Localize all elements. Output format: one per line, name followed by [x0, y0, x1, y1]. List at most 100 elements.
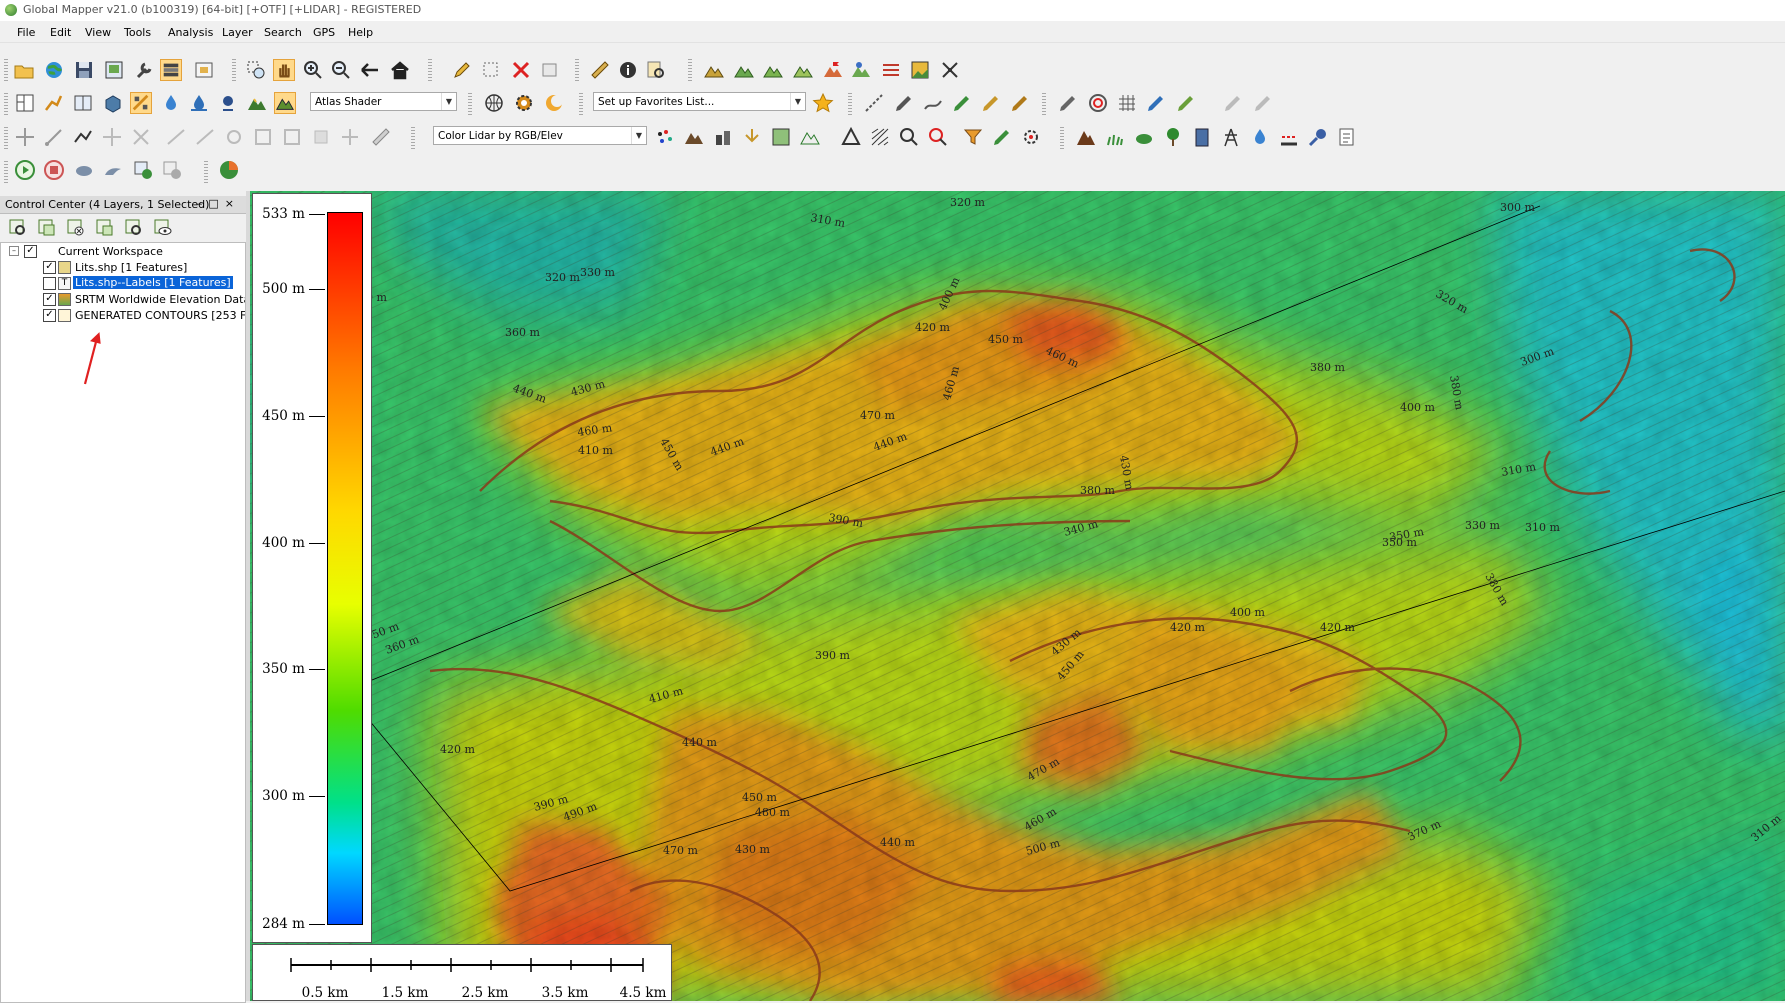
- layer-checkbox[interactable]: ✓: [43, 293, 56, 306]
- snap-icon[interactable]: [130, 126, 152, 148]
- home-icon[interactable]: [389, 59, 411, 81]
- edit-vertex-icon[interactable]: [43, 126, 65, 148]
- lidar-terrain-icon[interactable]: [683, 126, 705, 148]
- favorites-select[interactable]: Set up Favorites List... ▼: [593, 92, 806, 111]
- configure-wrench-icon[interactable]: [133, 59, 155, 81]
- zoom-out-icon[interactable]: [330, 59, 352, 81]
- map-view[interactable]: 310 m 320 m 330 m 320 m 360 m 330 m 440 …: [250, 191, 1785, 1001]
- pan-hand-icon[interactable]: [273, 59, 295, 81]
- chevron-down-icon[interactable]: ▼: [441, 93, 456, 110]
- menu-analysis[interactable]: Analysis: [168, 26, 213, 39]
- shrub-icon[interactable]: [1133, 126, 1155, 148]
- layer-zoom-icon[interactable]: [7, 217, 29, 239]
- lidar-line-icon[interactable]: [194, 126, 216, 148]
- path-profile-icon[interactable]: [733, 59, 755, 81]
- contour-gen-icon[interactable]: [792, 59, 814, 81]
- layer-visibility-eye-icon[interactable]: [152, 217, 174, 239]
- menu-file[interactable]: File: [17, 26, 35, 39]
- curve-line-icon[interactable]: [922, 92, 944, 114]
- toolbar-grip[interactable]: [4, 59, 8, 83]
- back-arrow-icon[interactable]: [359, 59, 381, 81]
- layer-row[interactable]: ✓ Lits.shp [1 Features]: [1, 259, 245, 276]
- road-icon[interactable]: [1278, 126, 1300, 148]
- overview-map-icon[interactable]: [193, 59, 215, 81]
- play-icon[interactable]: [14, 159, 36, 181]
- grass-icon[interactable]: [1104, 126, 1126, 148]
- shader-select[interactable]: Atlas Shader ▼: [310, 92, 457, 111]
- draw-line-icon[interactable]: [863, 92, 885, 114]
- edit-feature-icon[interactable]: [539, 59, 561, 81]
- tree-icon[interactable]: [1162, 126, 1184, 148]
- menu-edit[interactable]: Edit: [50, 26, 71, 39]
- move-feature-icon[interactable]: [101, 126, 123, 148]
- digitizer-pencil-icon[interactable]: [451, 59, 473, 81]
- workspace-node[interactable]: – ✓ Current Workspace: [1, 243, 245, 260]
- open-folder-icon[interactable]: [13, 59, 35, 81]
- pen-color-icon[interactable]: [1145, 92, 1167, 114]
- edit-lidar-icon[interactable]: [991, 126, 1013, 148]
- pen-area-icon[interactable]: [951, 92, 973, 114]
- menu-gps[interactable]: GPS: [313, 26, 335, 39]
- layer-checkbox[interactable]: [43, 277, 56, 290]
- menu-layer[interactable]: Layer: [222, 26, 253, 39]
- atlas-shader-icon[interactable]: [274, 92, 296, 114]
- workspace-checkbox[interactable]: ✓: [24, 245, 37, 258]
- measure-ruler-icon[interactable]: [589, 59, 611, 81]
- layer-row[interactable]: ✓ SRTM Worldwide Elevation Data: [1, 291, 245, 308]
- lighting-icon[interactable]: [217, 92, 239, 114]
- print-map-icon[interactable]: [103, 59, 125, 81]
- building-icon[interactable]: [1191, 126, 1213, 148]
- stop-icon[interactable]: [43, 159, 65, 181]
- favorite-star-icon[interactable]: [812, 92, 834, 114]
- range-ring-icon[interactable]: [1087, 92, 1109, 114]
- filter-icon[interactable]: [962, 126, 984, 148]
- pen-disabled-2-icon[interactable]: [1252, 92, 1274, 114]
- vertex-pen-icon[interactable]: [1057, 92, 1079, 114]
- save-icon[interactable]: [73, 59, 95, 81]
- lidar-mountain-icon[interactable]: [799, 126, 821, 148]
- pen-area-fill-icon[interactable]: [1175, 92, 1197, 114]
- menu-search[interactable]: Search: [264, 26, 302, 39]
- terrain-flag-icon[interactable]: [822, 59, 844, 81]
- split-view-icon[interactable]: [72, 92, 94, 114]
- gps-satellite-icon[interactable]: [939, 59, 961, 81]
- layer-checkbox[interactable]: ✓: [43, 309, 56, 322]
- projection-globe-icon[interactable]: [483, 92, 505, 114]
- lidar-grid-icon[interactable]: [770, 126, 792, 148]
- pen-point-icon[interactable]: [980, 92, 1002, 114]
- line-tool-icon[interactable]: [165, 126, 187, 148]
- lidar-point-icon[interactable]: [223, 126, 245, 148]
- delete-x-icon[interactable]: [510, 59, 532, 81]
- menu-tools[interactable]: Tools: [124, 26, 151, 39]
- remove-track-icon[interactable]: [161, 159, 183, 181]
- day-night-icon[interactable]: [543, 92, 565, 114]
- triangle-icon[interactable]: [840, 126, 862, 148]
- chevron-down-icon[interactable]: ▼: [790, 93, 805, 110]
- control-center-icon[interactable]: [160, 59, 182, 81]
- lidar-extract-icon[interactable]: [741, 126, 763, 148]
- grid-terrain-icon[interactable]: [880, 59, 902, 81]
- menu-view[interactable]: View: [85, 26, 111, 39]
- search-class-icon[interactable]: [927, 126, 949, 148]
- power-tower-icon[interactable]: [1220, 126, 1242, 148]
- lidar-tag-icon[interactable]: [310, 126, 332, 148]
- layer-search-icon[interactable]: [123, 217, 145, 239]
- menu-help[interactable]: Help: [348, 26, 373, 39]
- layer-add-icon[interactable]: [36, 217, 58, 239]
- draw-route-icon[interactable]: [42, 92, 64, 114]
- hatch-icon[interactable]: [869, 126, 891, 148]
- key-icon[interactable]: [1307, 126, 1329, 148]
- hill-shading-icon[interactable]: [130, 92, 152, 114]
- grid-create-icon[interactable]: [1116, 92, 1138, 114]
- feature-info-search-icon[interactable]: [645, 59, 667, 81]
- pen-disabled-icon[interactable]: [1222, 92, 1244, 114]
- zoom-box-icon[interactable]: [245, 59, 267, 81]
- view-shed-icon[interactable]: [762, 59, 784, 81]
- globe-icon[interactable]: [43, 59, 65, 81]
- shader-mountain-icon[interactable]: [246, 92, 268, 114]
- settings-gear-icon[interactable]: [513, 92, 535, 114]
- panel-window-buttons[interactable]: –□×: [197, 197, 240, 210]
- layer-close-icon[interactable]: [65, 217, 87, 239]
- lidar-settings-icon[interactable]: [1020, 126, 1042, 148]
- zoom-in-icon[interactable]: [302, 59, 324, 81]
